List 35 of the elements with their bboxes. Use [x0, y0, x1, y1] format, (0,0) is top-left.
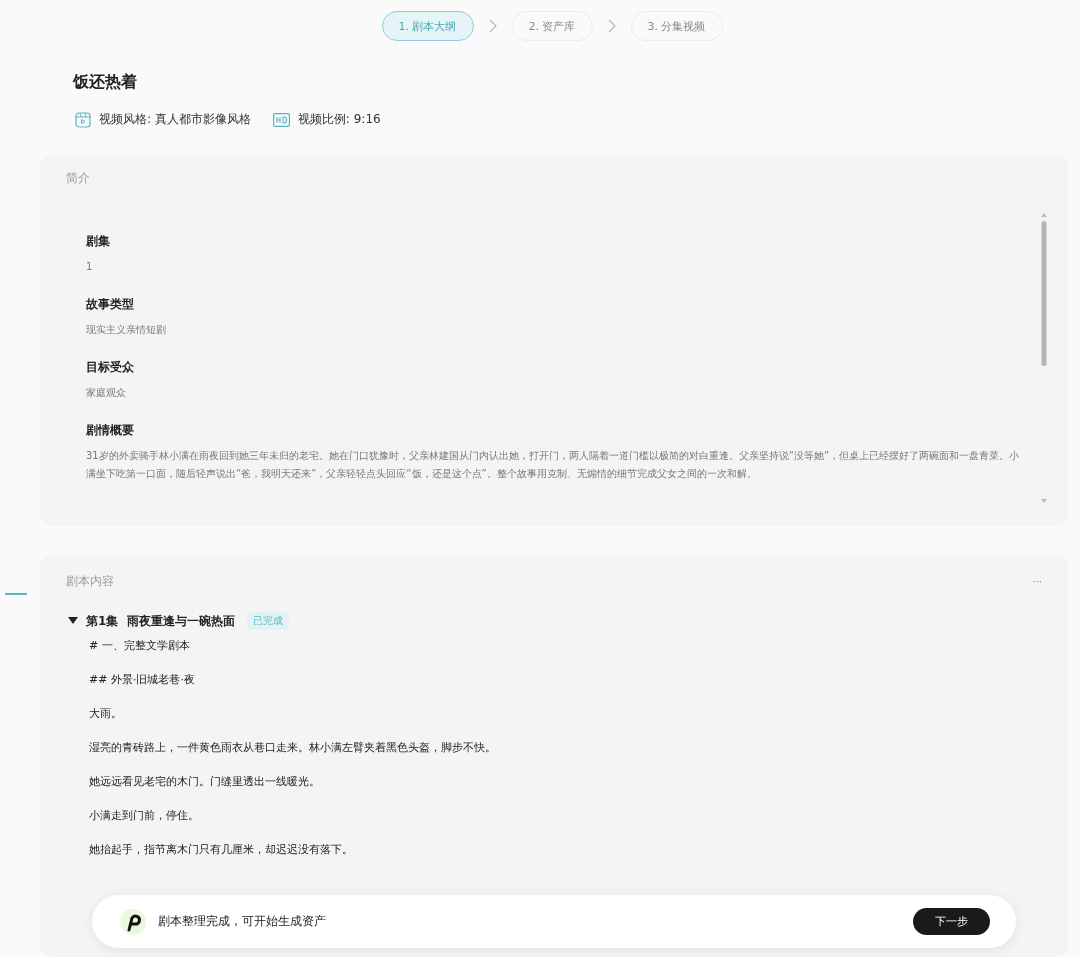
field-value: 1 — [86, 260, 94, 274]
project-title: 饭还热着 — [73, 72, 138, 93]
field-label: 剧集 — [86, 233, 111, 250]
video-icon — [75, 111, 91, 128]
episode-title: 第1集 雨夜重逢与一碗热面 — [86, 612, 235, 630]
field-value: 家庭观众 — [86, 386, 127, 400]
logo-icon — [120, 908, 146, 935]
script-line: # 一、完整文学剧本 — [89, 638, 191, 654]
meta-label: 视频风格: 真人都市影像风格 — [99, 111, 251, 128]
script-line: 她抬起手，指节离木门只有几厘米，却迟迟没有落下。 — [89, 842, 354, 858]
section-heading: 剧本内容 — [66, 573, 114, 590]
hd-icon — [272, 112, 290, 127]
more-button[interactable]: ··· — [1032, 576, 1042, 587]
field-value: 31岁的外卖骑手林小满在雨夜回到她三年未归的老宅。她在门口犹豫时，父亲林建国从门内认出她，打开门，两人隔着一道门槛以极简的对白重逢。父亲坚持说“没等她”，但桌上已经摆好了两碗面和一盘青菜。小满坐下吃第一口面，随后轻声说出“爸，我明天还来”，父亲轻轻点头回应“饭，还是这个点”。整个故事用克制、无煽情的细节完成父女之间的一次和解。 — [86, 449, 1021, 481]
step-tab[interactable]: 2. 资产库 — [511, 11, 593, 41]
script-line: 大雨。 — [89, 706, 123, 722]
step-tab[interactable]: 3. 分集视频 — [630, 11, 723, 41]
scrollbar-drawing[interactable] — [1040, 213, 1048, 503]
field-value: 现实主义亲情短剧 — [86, 323, 167, 337]
chevron-right-icon — [606, 19, 617, 33]
script-line: 小满走到门前，停住。 — [89, 808, 200, 824]
script-line: ## 外景·旧城老巷·夜 — [89, 672, 196, 688]
section-heading: 简介 — [65, 170, 91, 187]
script-line: 湿亮的青砖路上，一件黄色雨衣从巷口走来。林小满左臂夹着黑色头盔，脚步不快。 — [89, 740, 497, 756]
step-tab[interactable]: 1. 剧本大纲 — [381, 11, 474, 41]
toast-message: 剧本整理完成，可开始生成资产 — [158, 913, 327, 930]
field-label: 剧情概要 — [86, 422, 135, 439]
script-line: 她远远看见老宅的木门。门缝里透出一线暖光。 — [89, 774, 321, 790]
field-label: 目标受众 — [86, 359, 135, 376]
chevron-right-icon — [487, 19, 498, 33]
next-button[interactable]: 下一步 — [913, 908, 990, 935]
meta-label: 视频比例: 9:16 — [297, 111, 381, 128]
caret-icon[interactable] — [68, 617, 78, 625]
status-tag: 已完成 — [246, 612, 289, 630]
field-label: 故事类型 — [86, 296, 135, 313]
